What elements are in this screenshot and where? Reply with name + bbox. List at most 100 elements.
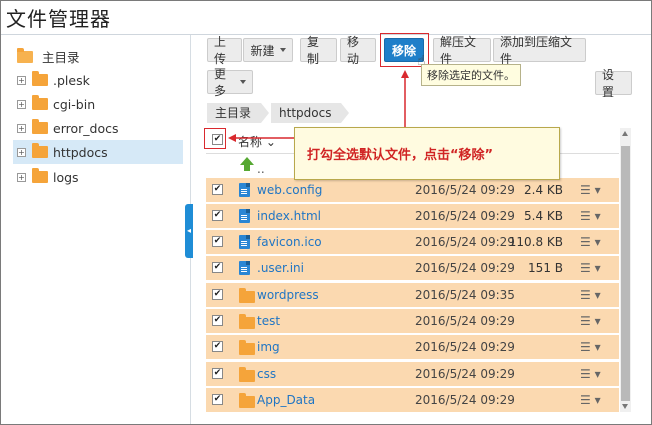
table-row[interactable]: ✔ test 2016/5/24 09:29 ☰ ▾	[206, 309, 619, 334]
scroll-down-icon[interactable]	[622, 404, 628, 409]
remove-tooltip: 移除选定的文件。	[421, 64, 521, 86]
file-date: 2016/5/24 09:29	[415, 314, 515, 328]
html-file-icon	[239, 209, 250, 223]
folder-icon	[32, 95, 48, 110]
table-row[interactable]: ✔ web.config 2016/5/24 09:29 2.4 KB ☰ ▾	[206, 178, 619, 203]
tree-item-label: error_docs	[53, 120, 119, 136]
config-file-icon	[239, 183, 250, 197]
expand-icon[interactable]: +	[17, 172, 26, 182]
expand-icon[interactable]: +	[17, 75, 26, 85]
row-checkbox[interactable]: ✔	[212, 368, 223, 379]
extract-button[interactable]: 解压文件	[433, 35, 491, 66]
row-checkbox[interactable]: ✔	[212, 315, 223, 326]
file-date: 2016/5/24 09:29	[415, 235, 515, 249]
tree-item-label: httpdocs	[53, 144, 108, 160]
row-checkbox[interactable]: ✔	[212, 394, 223, 405]
file-size: 2.4 KB	[524, 183, 563, 197]
move-button[interactable]: 移动	[340, 35, 376, 66]
file-date: 2016/5/24 09:29	[415, 367, 515, 381]
folder-icon	[239, 288, 255, 303]
row-menu-icon[interactable]: ☰ ▾	[580, 340, 601, 354]
table-row[interactable]: ✔ App_Data 2016/5/24 09:29 ☰ ▾	[206, 388, 619, 412]
file-name[interactable]: .user.ini	[257, 261, 304, 275]
folder-icon	[32, 143, 48, 158]
text-file-icon	[239, 261, 250, 275]
table-row[interactable]: ✔ index.html 2016/5/24 09:29 5.4 KB ☰ ▾	[206, 204, 619, 229]
new-button[interactable]: 新建	[243, 38, 293, 62]
row-checkbox[interactable]: ✔	[212, 262, 223, 273]
tree-item-plesk[interactable]: + .plesk	[13, 68, 183, 92]
add-to-archive-button[interactable]: 添加到压缩文件	[493, 35, 586, 66]
row-checkbox[interactable]: ✔	[212, 341, 223, 352]
vertical-scrollbar[interactable]	[620, 128, 631, 412]
row-menu-icon[interactable]: ☰ ▾	[580, 367, 601, 381]
tree-item-label: cgi-bin	[53, 96, 96, 112]
file-name[interactable]: favicon.ico	[257, 235, 322, 249]
file-date: 2016/5/24 09:29	[415, 340, 515, 354]
file-name[interactable]: test	[257, 314, 280, 328]
row-menu-icon[interactable]: ☰ ▾	[580, 235, 601, 249]
folder-icon	[239, 314, 255, 329]
table-row[interactable]: ✔ css 2016/5/24 09:29 ☰ ▾	[206, 362, 619, 387]
file-name[interactable]: css	[257, 367, 276, 381]
sidebar-collapse-handle[interactable]: ◂	[185, 204, 193, 258]
row-checkbox[interactable]: ✔	[212, 236, 223, 247]
file-date: 2016/5/24 09:29	[415, 183, 515, 197]
folder-icon	[239, 393, 255, 408]
more-button-label: 更多	[214, 67, 227, 98]
row-menu-icon[interactable]: ☰ ▾	[580, 261, 601, 275]
instruction-callout: 打勾全选默认文件，点击“移除”	[294, 127, 560, 180]
row-menu-icon[interactable]: ☰ ▾	[580, 288, 601, 302]
tree-item-httpdocs[interactable]: + httpdocs	[13, 140, 183, 164]
file-date: 2016/5/24 09:29	[415, 393, 515, 407]
tree-item-logs[interactable]: + logs	[13, 165, 183, 189]
settings-button[interactable]: 设置	[595, 68, 632, 99]
row-menu-icon[interactable]: ☰ ▾	[580, 209, 601, 223]
row-menu-icon[interactable]: ☰ ▾	[580, 183, 601, 197]
row-checkbox[interactable]: ✔	[212, 184, 223, 195]
breadcrumb-current[interactable]: httpdocs	[271, 103, 350, 123]
scroll-thumb[interactable]	[621, 146, 630, 401]
upload-button[interactable]: 上传	[207, 35, 242, 66]
tree-item-error-docs[interactable]: + error_docs	[13, 116, 183, 140]
breadcrumb: 主目录 httpdocs	[207, 103, 350, 125]
up-arrow-icon	[240, 157, 254, 171]
tree-root[interactable]: 主目录	[17, 47, 80, 66]
tree-item-cgi-bin[interactable]: + cgi-bin	[13, 92, 183, 116]
table-row[interactable]: ✔ .user.ini 2016/5/24 09:29 151 B ☰ ▾	[206, 256, 619, 281]
folder-icon	[32, 168, 48, 183]
folder-icon	[17, 47, 33, 63]
file-date: 2016/5/24 09:29	[415, 209, 515, 223]
file-name[interactable]: img	[257, 340, 280, 354]
tree-item-label: logs	[53, 169, 79, 185]
sidebar: 主目录 + .plesk + cgi-bin + error_docs + ht…	[1, 35, 191, 424]
scroll-up-icon[interactable]	[622, 131, 628, 136]
expand-icon[interactable]: +	[17, 99, 26, 109]
row-menu-icon[interactable]: ☰ ▾	[580, 393, 601, 407]
table-row[interactable]: ✔ favicon.ico 2016/5/24 09:29 110.8 KB ☰…	[206, 230, 619, 255]
expand-icon[interactable]: +	[17, 147, 26, 157]
parent-folder-label: ..	[257, 162, 265, 176]
file-name[interactable]: App_Data	[257, 393, 315, 407]
row-menu-icon[interactable]: ☰ ▾	[580, 314, 601, 328]
row-checkbox[interactable]: ✔	[212, 210, 223, 221]
file-date: 2016/5/24 09:29	[415, 261, 515, 275]
chevron-down-icon	[279, 48, 286, 52]
folder-icon	[32, 71, 48, 86]
expand-icon[interactable]: +	[17, 123, 26, 133]
table-row[interactable]: ✔ img 2016/5/24 09:29 ☰ ▾	[206, 335, 619, 360]
new-button-label: 新建	[250, 43, 275, 58]
breadcrumb-root[interactable]: 主目录	[207, 103, 270, 123]
table-row[interactable]: ✔ wordpress 2016/5/24 09:35 ☰ ▾	[206, 283, 619, 308]
copy-button[interactable]: 复制	[300, 35, 337, 66]
file-name[interactable]: index.html	[257, 209, 321, 223]
page-title: 文件管理器	[6, 7, 111, 31]
select-all-highlight-box	[204, 128, 226, 149]
folder-icon	[239, 340, 255, 355]
file-name[interactable]: wordpress	[257, 288, 319, 302]
folder-icon	[239, 367, 255, 382]
row-checkbox[interactable]: ✔	[212, 289, 223, 300]
file-name[interactable]: web.config	[257, 183, 322, 197]
name-column-header[interactable]: 名称 ⌄	[238, 133, 276, 150]
more-button[interactable]: 更多	[207, 67, 253, 98]
